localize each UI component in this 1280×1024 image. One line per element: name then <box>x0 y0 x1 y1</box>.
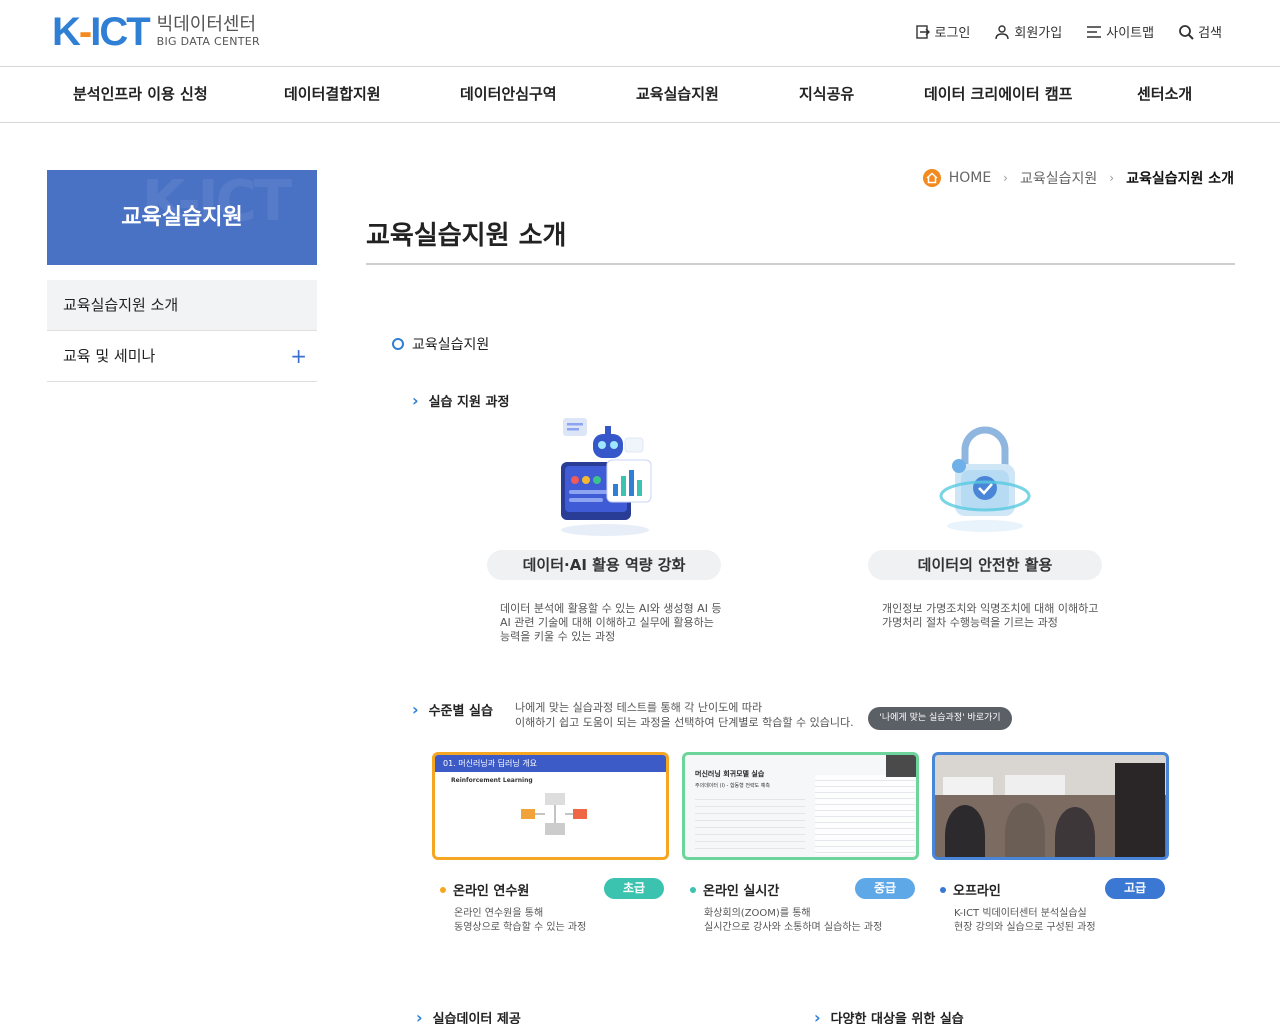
circle-bullet-icon <box>392 338 404 350</box>
chevron-right-icon: › <box>412 391 419 410</box>
breadcrumb-home[interactable]: HOME <box>949 170 991 186</box>
chevron-right-icon: › <box>412 700 419 719</box>
course-desc-online-live: 화상회의(ZOOM)를 통해 실시간으로 강사와 소통하며 실습하는 과정 <box>704 908 883 933</box>
feature-desc-safe: 개인정보 가명조치와 익명조치에 대해 이해하고 가명처리 절차 수행능력을 기… <box>882 602 1099 629</box>
dot-icon <box>440 886 446 893</box>
section-heading: 교육실습지원 <box>392 334 489 354</box>
course-thumbnail-online-live[interactable]: 머신러닝 회귀모델 실습 주의데이터 (I) - 합동형 전략도 예측 <box>682 752 919 860</box>
course-thumbnail-online-academy[interactable]: 01. 머신러닝과 딥러닝 개요 Reinforcement Learning <box>432 752 669 860</box>
level-badge-intermediate: 중급 <box>855 878 915 899</box>
feature-desc-ai: 데이터 분석에 활용할 수 있는 AI와 생성형 AI 등 AI 관련 기술에 … <box>500 602 722 643</box>
chevron-right-icon: › <box>1003 171 1008 185</box>
webcam-thumbnail <box>886 755 916 777</box>
logo-mark: K-ICT <box>52 10 151 54</box>
nav-knowledge[interactable]: 지식공유 <box>799 67 854 122</box>
sidebar-title: K-ICT 교육실습지원 <box>47 170 317 265</box>
nav-about[interactable]: 센터소개 <box>1137 67 1192 122</box>
practice-data-subheading: › 실습데이터 제공 <box>416 1008 521 1024</box>
breadcrumb-current: 교육실습지원 소개 <box>1126 171 1234 187</box>
main-navigation: 분석인프라 이용 신청 데이터결합지원 데이터안심구역 교육실습지원 지식공유 … <box>0 67 1280 123</box>
diverse-target-subheading: › 다양한 대상을 위한 실습 <box>814 1008 964 1024</box>
nav-safe-zone[interactable]: 데이터안심구역 <box>460 67 557 122</box>
sidebar-menu: 교육실습지원 소개 교육 및 세미나 + <box>47 280 317 382</box>
logo-english-text: BIG DATA CENTER <box>156 35 260 48</box>
sitemap-link[interactable]: 사이트맵 <box>1086 22 1154 41</box>
course-desc-offline: K-ICT 빅데이터센터 분석실습실 현장 강의와 실습으로 구성된 과정 <box>954 908 1096 933</box>
nav-data-combination[interactable]: 데이터결합지원 <box>284 67 381 122</box>
nav-education[interactable]: 교육실습지원 <box>636 67 719 122</box>
diagram-thumbnail-icon <box>521 793 587 835</box>
nav-analysis-infra[interactable]: 분석인프라 이용 신청 <box>73 67 208 122</box>
course-thumbnail-offline[interactable] <box>932 752 1169 860</box>
chevron-right-icon: › <box>416 1008 423 1024</box>
site-logo[interactable]: K-ICT 빅데이터센터 BIG DATA CENTER <box>52 12 260 52</box>
level-subheading: › 수준별 실습 <box>412 700 493 719</box>
login-link[interactable]: 로그인 <box>915 22 970 41</box>
dot-icon <box>940 886 946 893</box>
site-header: K-ICT 빅데이터센터 BIG DATA CENTER 로그인 회원가입 사이… <box>0 0 1280 67</box>
course-desc-online-academy: 온라인 연수원을 통해 동영상으로 학습할 수 있는 과정 <box>454 908 587 933</box>
course-name-online-live: 온라인 실시간 <box>690 880 779 899</box>
course-name-offline: 오프라인 <box>940 880 1001 899</box>
search-icon <box>1179 24 1194 40</box>
nav-creator-camp[interactable]: 데이터 크리에이터 캠프 <box>924 67 1072 122</box>
course-name-online-academy: 온라인 연수원 <box>440 880 529 899</box>
logo-korean-text: 빅데이터센터 <box>156 14 257 35</box>
feature-title-ai: 데이터·AI 활용 역량 강화 <box>487 550 721 580</box>
breadcrumb: HOME › 교육실습지원 › 교육실습지원 소개 <box>922 168 1234 188</box>
utility-menu: 로그인 회원가입 사이트맵 검색 <box>915 22 1222 41</box>
chevron-right-icon: › <box>1109 171 1115 185</box>
title-divider <box>366 263 1235 265</box>
sidebar-item-intro[interactable]: 교육실습지원 소개 <box>47 280 317 331</box>
user-icon <box>995 24 1010 39</box>
expand-plus-icon[interactable]: + <box>290 331 307 382</box>
feature-title-safe: 데이터의 안전한 활용 <box>868 550 1102 580</box>
home-icon[interactable] <box>922 169 941 187</box>
ai-dashboard-illustration <box>561 418 652 536</box>
signup-link[interactable]: 회원가입 <box>994 22 1062 41</box>
menu-icon <box>1087 25 1102 38</box>
chevron-right-icon: › <box>814 1008 821 1024</box>
dot-icon <box>690 886 696 893</box>
level-badge-advanced: 고급 <box>1105 878 1165 899</box>
sidebar-item-seminar[interactable]: 교육 및 세미나 + <box>47 331 317 382</box>
search-link[interactable]: 검색 <box>1178 22 1222 41</box>
breadcrumb-level1[interactable]: 교육실습지원 <box>1020 168 1097 188</box>
page-title: 교육실습지원 소개 <box>366 221 567 251</box>
security-lock-illustration <box>939 426 1031 532</box>
login-icon <box>915 24 930 39</box>
level-test-button[interactable]: '나에게 맞는 실습과정' 바로가기 <box>868 707 1012 730</box>
practice-subheading: › 실습 지원 과정 <box>412 391 510 410</box>
level-badge-beginner: 초급 <box>604 878 664 899</box>
level-description: 나에게 맞는 실습과정 테스트를 통해 각 난이도에 따라 이해하기 쉽고 도움… <box>515 701 854 729</box>
